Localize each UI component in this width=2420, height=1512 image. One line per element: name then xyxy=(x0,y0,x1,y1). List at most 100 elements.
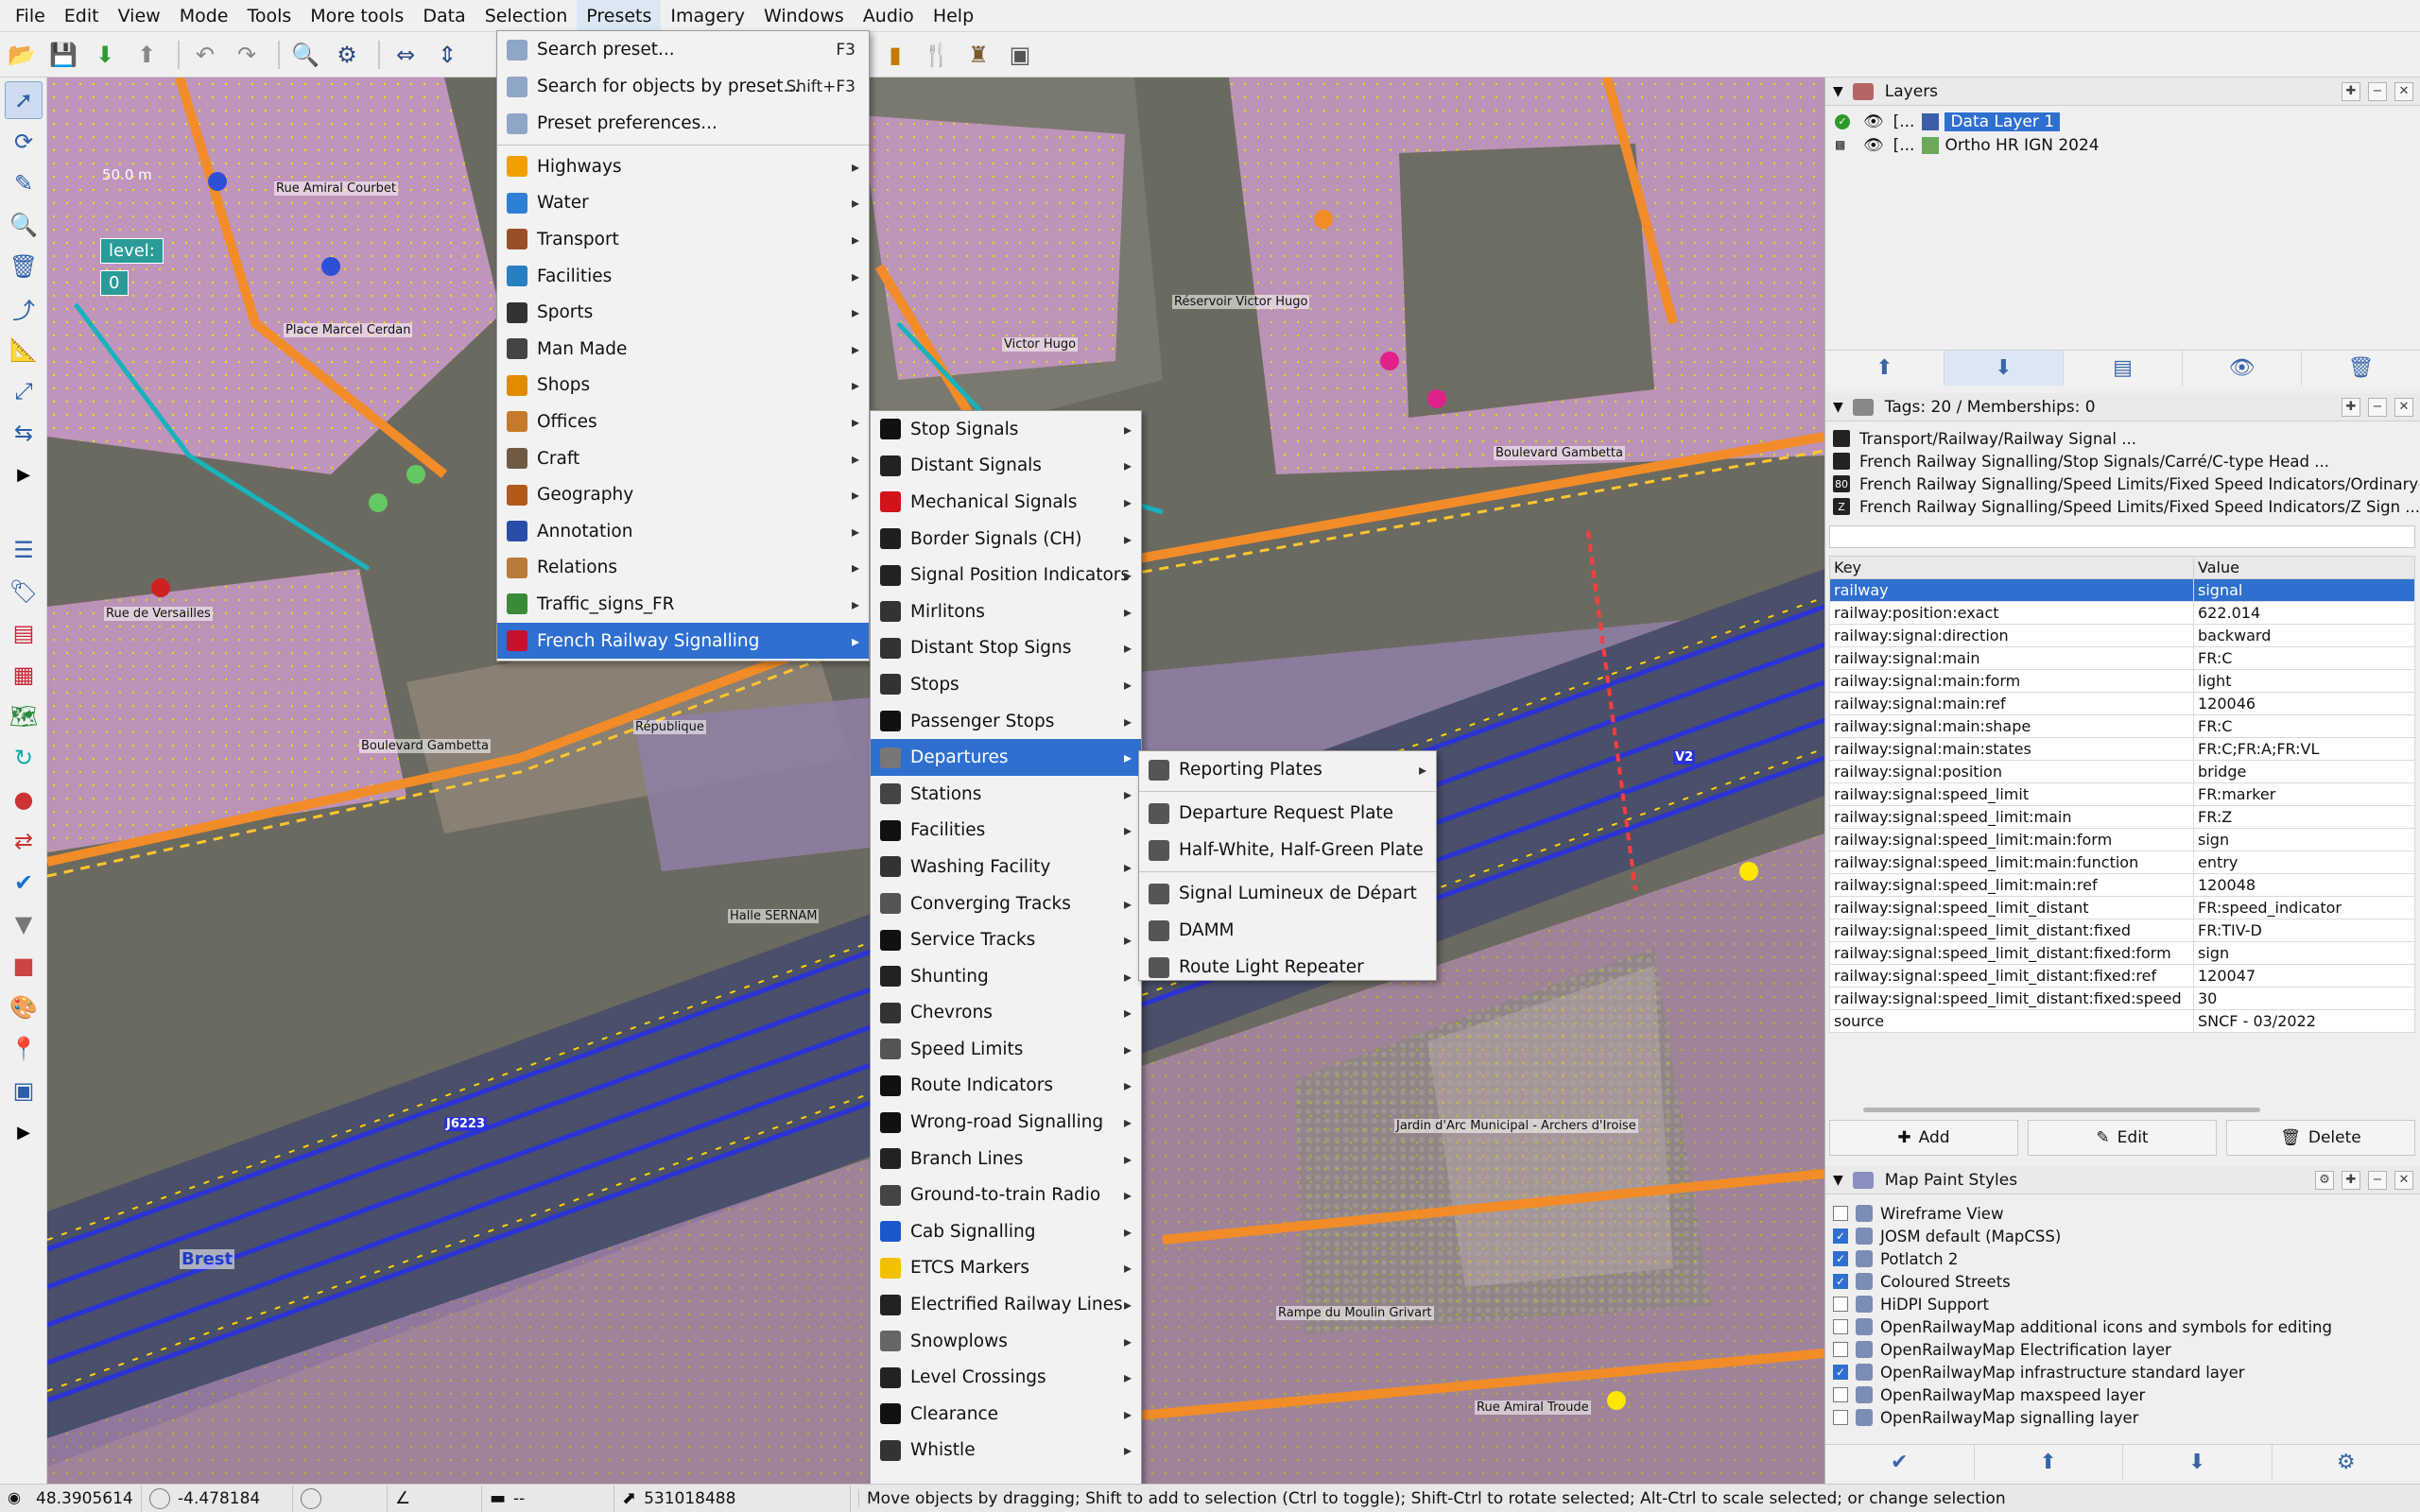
railway-item-snowplows[interactable]: Snowplows ▸ xyxy=(871,1323,1141,1360)
open-file-icon[interactable]: 📂 xyxy=(4,37,40,73)
tag-key[interactable]: railway:signal:speed_limit:main:ref xyxy=(1829,873,2194,897)
validation-icon[interactable]: ✔ xyxy=(5,864,43,902)
collapse-icon[interactable]: ▼ xyxy=(1833,400,1843,415)
menu-item-french-railway-signalling[interactable]: French Railway Signalling ▸ xyxy=(497,622,869,660)
preset-summary[interactable]: 80 French Railway Signalling/Speed Limits… xyxy=(1833,472,2419,495)
menu-data[interactable]: Data xyxy=(413,0,475,32)
relations-toggle-icon[interactable]: ▤ xyxy=(5,614,43,652)
visibility-eye-icon[interactable]: 👁 xyxy=(1863,112,1884,131)
tag-row[interactable]: railway:signal:main:shape FR:C xyxy=(1829,714,2415,738)
menu-item-traffic-signs-fr[interactable]: Traffic_signs_FR ▸ xyxy=(497,586,869,623)
tag-key[interactable]: railway:signal:speed_limit_distant:fixed… xyxy=(1829,941,2194,965)
layer-opacity[interactable]: [... xyxy=(1893,112,1915,131)
railway-item-converging-tracks[interactable]: Converging Tracks ▸ xyxy=(871,885,1141,922)
menu-item-search[interactable]: Search preset... F3 xyxy=(497,31,869,68)
tag-row[interactable]: railway:signal:speed_limit_distant:fixed… xyxy=(1829,964,2415,988)
tags-panel-header[interactable]: ▼ Tags: 20 / Memberships: 0 ✚ − ✕ xyxy=(1825,393,2420,421)
collapse-icon[interactable]: ▼ xyxy=(1833,1173,1843,1188)
railway-item-passenger-stops[interactable]: Passenger Stops ▸ xyxy=(871,703,1141,740)
tag-value[interactable]: FR:C;FR:A;FR:VL xyxy=(2193,737,2415,761)
edit-tag-button[interactable]: ✎ Edit xyxy=(2028,1120,2217,1156)
layers-toggle-icon[interactable]: ☰ xyxy=(5,531,43,569)
railway-item-whistle[interactable]: Whistle ▸ xyxy=(871,1433,1141,1469)
menu-item-man-made[interactable]: Man Made ▸ xyxy=(497,331,869,368)
history-icon[interactable]: ⇄ xyxy=(5,822,43,860)
collapse-icon[interactable]: ▼ xyxy=(1833,84,1843,99)
tag-value[interactable]: 120046 xyxy=(2193,692,2415,715)
download-icon[interactable]: ⬇ xyxy=(87,37,123,73)
tag-row[interactable]: railway signal xyxy=(1829,578,2415,602)
tag-key[interactable]: railway:position:exact xyxy=(1829,601,2194,625)
move-up-icon[interactable]: ⬆ xyxy=(1825,351,1945,386)
horizontal-scrollbar[interactable] xyxy=(1863,1108,2260,1112)
minimap-icon[interactable]: ▣ xyxy=(5,1072,43,1109)
menu-item-shops[interactable]: Shops ▸ xyxy=(497,368,869,404)
tag-value[interactable]: 622.014 xyxy=(2193,601,2415,625)
tag-value[interactable]: FR:marker xyxy=(2193,782,2415,806)
railway-item-facilities[interactable]: Facilities ▸ xyxy=(871,813,1141,850)
tags-toggle-icon[interactable]: 🏷 xyxy=(5,573,43,610)
style-row[interactable]: ✓ Potlatch 2 xyxy=(1833,1247,1958,1270)
tag-row[interactable]: railway:signal:direction backward xyxy=(1829,624,2415,647)
parallel-icon[interactable]: ⇆ xyxy=(5,414,43,452)
railway-preset-icon[interactable]: ▮ xyxy=(877,37,913,73)
railway-item-route-indicators[interactable]: Route Indicators ▸ xyxy=(871,1068,1141,1105)
railway-item-washing-facility[interactable]: Washing Facility ▸ xyxy=(871,849,1141,885)
tag-key[interactable]: source xyxy=(1829,1009,2194,1033)
map-paint-styles-header[interactable]: ▼ Map Paint Styles ⚙ ✚ − ✕ xyxy=(1825,1166,2420,1194)
railway-item-stations[interactable]: Stations ▸ xyxy=(871,776,1141,813)
activate-style-icon[interactable]: ✔ xyxy=(1825,1445,1975,1480)
railway-item-chevrons[interactable]: Chevrons ▸ xyxy=(871,995,1141,1032)
preset-summary[interactable]: Z French Railway Signalling/Speed Limits/… xyxy=(1833,495,2419,518)
menu-mode[interactable]: Mode xyxy=(170,0,238,32)
style-checkbox[interactable] xyxy=(1833,1319,1848,1334)
tag-value[interactable]: light xyxy=(2193,669,2415,693)
tag-value[interactable]: FR:speed_indicator xyxy=(2193,896,2415,919)
select-tool-icon[interactable]: ➚ xyxy=(5,81,43,119)
tag-key[interactable]: railway:signal:position xyxy=(1829,760,2194,783)
notes-icon[interactable]: 📍 xyxy=(5,1030,43,1068)
menu-item-annotation[interactable]: Annotation ▸ xyxy=(497,513,869,550)
tag-key[interactable]: railway:signal:main:shape xyxy=(1829,714,2194,738)
value-column-header[interactable]: Value xyxy=(2193,556,2415,579)
tag-row[interactable]: railway:signal:main:form light xyxy=(1829,669,2415,693)
filter-funnel-icon[interactable]: ▼ xyxy=(5,905,43,943)
split-way-icon[interactable]: ⤢ xyxy=(5,372,43,410)
tag-value[interactable]: FR:C xyxy=(2193,646,2415,670)
menu-windows[interactable]: Windows xyxy=(754,0,854,32)
tag-value[interactable]: backward xyxy=(2193,624,2415,647)
undock-icon[interactable]: ✚ xyxy=(2342,1170,2360,1190)
tag-row[interactable]: railway:signal:speed_limit:main:function… xyxy=(1829,850,2415,874)
tag-key[interactable]: railway:signal:speed_limit:main xyxy=(1829,805,2194,829)
style-checkbox[interactable]: ✓ xyxy=(1833,1365,1848,1380)
filter-icon[interactable]: ● xyxy=(5,781,43,818)
menu-selection[interactable]: Selection xyxy=(475,0,578,32)
style-row[interactable]: ✓ JOSM default (MapCSS) xyxy=(1833,1225,2061,1247)
tag-row[interactable]: railway:signal:speed_limit FR:marker xyxy=(1829,782,2415,806)
lasso-tool-icon[interactable]: ⟳ xyxy=(5,123,43,161)
railway-item-service-tracks[interactable]: Service Tracks ▸ xyxy=(871,921,1141,958)
railway-item-branch-lines[interactable]: Branch Lines ▸ xyxy=(871,1141,1141,1177)
zoom-icon[interactable]: 🔍 xyxy=(287,37,323,73)
railway-item-border-signals-ch-[interactable]: Border Signals (CH) ▸ xyxy=(871,521,1141,558)
tag-key[interactable]: railway:signal:speed_limit:main:function xyxy=(1829,850,2194,874)
upload-icon[interactable]: ⬆ xyxy=(129,37,164,73)
tag-value[interactable]: bridge xyxy=(2193,760,2415,783)
tag-value[interactable]: 120047 xyxy=(2193,964,2415,988)
factory-preset-icon[interactable]: ▣ xyxy=(1002,37,1038,73)
minimize-icon[interactable]: − xyxy=(2368,81,2387,101)
style-checkbox[interactable] xyxy=(1833,1206,1848,1221)
tag-key[interactable]: railway:signal:speed_limit_distant:fixed… xyxy=(1829,964,2194,988)
distribute-icon[interactable]: ⇕ xyxy=(429,37,465,73)
tag-value[interactable]: 30 xyxy=(2193,987,2415,1010)
key-column-header[interactable]: Key xyxy=(1829,556,2194,579)
tag-row[interactable]: railway:signal:position bridge xyxy=(1829,760,2415,783)
menu-view[interactable]: View xyxy=(109,0,170,32)
paint-styles-icon[interactable]: 🎨 xyxy=(5,988,43,1026)
tag-row[interactable]: railway:signal:speed_limit_distant:fixed… xyxy=(1829,919,2415,942)
style-row[interactable]: OpenRailwayMap maxspeed layer xyxy=(1833,1383,2145,1406)
railway-item-departures[interactable]: Departures ▸ xyxy=(871,739,1141,776)
tag-value[interactable]: entry xyxy=(2193,850,2415,874)
move-down-icon[interactable]: ⬇ xyxy=(2123,1445,2273,1480)
tag-row[interactable]: railway:signal:speed_limit:main FR:Z xyxy=(1829,805,2415,829)
